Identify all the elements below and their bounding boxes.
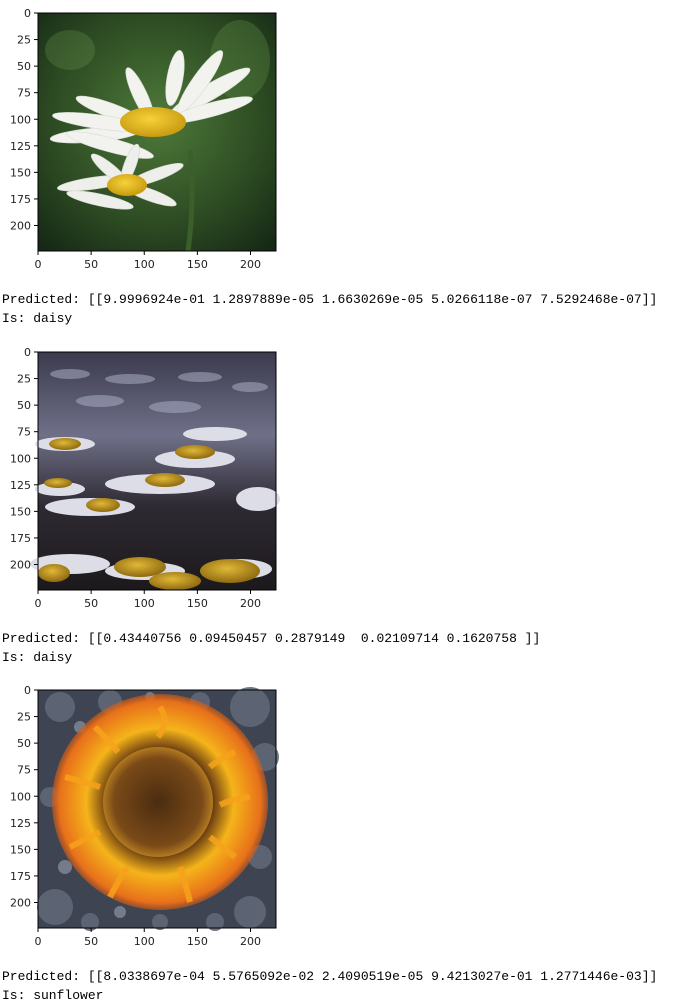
y-tick-label: 200 xyxy=(10,220,31,233)
image-daisy-field xyxy=(30,352,280,590)
x-tick-label: 150 xyxy=(187,597,208,610)
output-cell-1: 0 25 50 75 100 125 150 175 200 0 50 100 150 200 Pred… xyxy=(0,0,678,330)
plot-axes-3: 0 25 50 75 100 125 150 175 200 0 50 100 150 200 xyxy=(10,684,279,948)
y-tick-label: 150 xyxy=(10,843,31,856)
y-tick-label: 50 xyxy=(17,737,31,750)
y-tick-label: 150 xyxy=(10,166,31,179)
y-tick-label: 175 xyxy=(10,532,31,545)
y-ticks-3: 0 25 50 75 100 125 150 175 200 xyxy=(10,684,38,910)
x-tick-label: 0 xyxy=(35,258,42,271)
y-tick-label: 125 xyxy=(10,817,31,830)
x-ticks-3: 0 50 100 150 200 xyxy=(35,928,261,948)
x-tick-label: 200 xyxy=(240,258,261,271)
plot-axes-2: 0 25 50 75 100 125 150 175 200 0 50 100 150 200 xyxy=(10,346,280,610)
x-tick-label: 150 xyxy=(187,258,208,271)
predicted-text-1: Predicted: [[9.9996924e-01 1.2897889e-05… xyxy=(2,292,658,307)
y-tick-label: 175 xyxy=(10,870,31,883)
y-tick-label: 175 xyxy=(10,193,31,206)
y-tick-label: 150 xyxy=(10,505,31,518)
x-tick-label: 100 xyxy=(134,597,155,610)
class-text-3: Is: sunflower xyxy=(2,988,104,1003)
x-ticks-1: 0 50 100 150 200 xyxy=(35,251,261,271)
y-tick-label: 200 xyxy=(10,559,31,572)
y-tick-label: 100 xyxy=(10,452,31,465)
output-cell-2: 0 25 50 75 100 125 150 175 200 0 50 100 150 200 Pred… xyxy=(0,339,678,669)
y-tick-label: 25 xyxy=(17,711,31,724)
image-sunflower-art xyxy=(37,687,279,931)
image-daisy-closeup xyxy=(38,13,276,252)
y-tick-label: 75 xyxy=(17,426,31,439)
y-tick-label: 0 xyxy=(24,7,31,20)
x-tick-label: 50 xyxy=(84,935,98,948)
x-ticks-2: 0 50 100 150 200 xyxy=(35,590,261,610)
y-tick-label: 125 xyxy=(10,140,31,153)
x-tick-label: 50 xyxy=(84,258,98,271)
y-tick-label: 25 xyxy=(17,34,31,47)
y-tick-label: 200 xyxy=(10,897,31,910)
x-tick-label: 0 xyxy=(35,597,42,610)
y-tick-label: 50 xyxy=(17,60,31,73)
y-tick-label: 125 xyxy=(10,479,31,492)
predicted-text-3: Predicted: [[8.0338697e-04 5.5765092e-02… xyxy=(2,969,658,984)
x-tick-label: 0 xyxy=(35,935,42,948)
class-text-2: Is: daisy xyxy=(2,650,73,665)
x-tick-label: 100 xyxy=(134,258,155,271)
y-ticks-2: 0 25 50 75 100 125 150 175 200 xyxy=(10,346,38,572)
y-tick-label: 100 xyxy=(10,113,31,126)
y-tick-label: 50 xyxy=(17,399,31,412)
y-tick-label: 100 xyxy=(10,790,31,803)
image-plot-1: 0 25 50 75 100 125 150 175 200 0 50 100 150 200 xyxy=(0,0,290,271)
y-tick-label: 0 xyxy=(24,684,31,697)
class-text-1: Is: daisy xyxy=(2,311,73,326)
y-ticks-1: 0 25 50 75 100 125 150 175 200 xyxy=(10,7,38,233)
x-tick-label: 200 xyxy=(240,935,261,948)
image-plot-2: 0 25 50 75 100 125 150 175 200 0 50 100 150 200 xyxy=(0,339,290,610)
y-tick-label: 25 xyxy=(17,373,31,386)
image-plot-3: 0 25 50 75 100 125 150 175 200 0 50 100 150 200 xyxy=(0,677,290,948)
x-tick-label: 150 xyxy=(187,935,208,948)
output-cell-3: 0 25 50 75 100 125 150 175 200 0 50 100 150 200 Pred… xyxy=(0,677,678,1008)
plot-axes-1: 0 25 50 75 100 125 150 175 200 0 50 100 150 200 xyxy=(10,7,277,271)
predicted-text-2: Predicted: [[0.43440756 0.09450457 0.287… xyxy=(2,631,541,646)
y-tick-label: 75 xyxy=(17,764,31,777)
x-tick-label: 50 xyxy=(84,597,98,610)
x-tick-label: 100 xyxy=(134,935,155,948)
x-tick-label: 200 xyxy=(240,597,261,610)
y-tick-label: 0 xyxy=(24,346,31,359)
y-tick-label: 75 xyxy=(17,87,31,100)
